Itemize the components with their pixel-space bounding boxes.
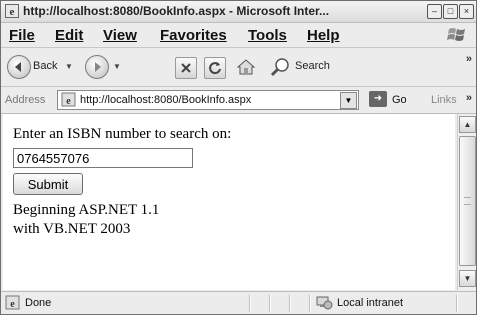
intranet-zone-icon	[316, 296, 333, 310]
back-dropdown-icon[interactable]: ▼	[65, 62, 73, 71]
status-text: Done	[25, 297, 52, 309]
minimize-button[interactable]: –	[427, 4, 442, 19]
toolbar-overflow-chevron[interactable]: »	[466, 53, 472, 65]
address-field[interactable]: e http://localhost:8080/BookInfo.aspx ▼	[57, 90, 359, 110]
scroll-thumb[interactable]	[459, 136, 476, 266]
forward-arrow-icon	[85, 55, 109, 79]
browser-window: e http://localhost:8080/BookInfo.aspx - …	[0, 0, 477, 315]
address-dropdown-icon[interactable]: ▼	[340, 92, 357, 109]
menu-view-label: View	[103, 27, 137, 44]
result-line-1: Beginning ASP.NET 1.1	[13, 202, 160, 218]
menu-tools[interactable]: Tools	[248, 27, 287, 44]
scroll-grip-icon	[464, 197, 471, 205]
book-title-result: Beginning ASP.NET 1.1 with VB.NET 2003	[13, 201, 159, 239]
links-overflow-chevron[interactable]: »	[466, 92, 472, 104]
stop-icon	[181, 63, 191, 73]
refresh-icon	[209, 62, 221, 75]
windows-flag-icon	[447, 28, 465, 41]
title-bar[interactable]: e http://localhost:8080/BookInfo.aspx - …	[1, 1, 476, 23]
page-content: Enter an ISBN number to search on: Submi…	[3, 114, 455, 290]
status-divider	[289, 295, 291, 312]
menu-edit-label: Edit	[55, 27, 84, 44]
ie-logo-icon: e	[5, 4, 19, 18]
refresh-button[interactable]	[204, 57, 226, 79]
security-zone-label: Local intranet	[337, 297, 404, 309]
status-divider	[249, 295, 251, 312]
svg-text:e: e	[10, 299, 15, 310]
status-divider	[456, 295, 458, 312]
scroll-up-arrow-icon[interactable]: ▲	[459, 116, 476, 133]
status-bar: e Done Local intranet	[1, 291, 476, 314]
svg-text:e: e	[10, 6, 15, 18]
forward-button[interactable]: ▼	[83, 54, 123, 80]
menu-favorites[interactable]: Favorites	[160, 27, 227, 44]
scroll-down-arrow-icon[interactable]: ▼	[459, 270, 476, 287]
home-button[interactable]	[235, 56, 257, 78]
status-divider	[269, 295, 271, 312]
menu-help[interactable]: Help	[307, 27, 340, 44]
home-icon	[236, 59, 256, 75]
go-button[interactable]: Go	[392, 94, 407, 106]
window-title: http://localhost:8080/BookInfo.aspx - Mi…	[23, 4, 330, 18]
result-line-2: with VB.NET 2003	[13, 221, 131, 237]
maximize-button[interactable]: □	[443, 4, 458, 19]
menu-view[interactable]: View	[103, 27, 137, 44]
back-arrow-icon	[7, 55, 31, 79]
stop-button[interactable]	[175, 57, 197, 79]
links-label[interactable]: Links	[431, 94, 457, 106]
isbn-prompt: Enter an ISBN number to search on:	[13, 126, 232, 142]
vertical-scrollbar[interactable]: ▲ ▼	[457, 114, 476, 290]
isbn-input[interactable]	[13, 148, 193, 168]
menu-help-label: Help	[307, 27, 340, 44]
submit-button[interactable]: Submit	[13, 173, 83, 195]
go-arrow-icon[interactable]: ➜	[369, 91, 387, 107]
address-url: http://localhost:8080/BookInfo.aspx	[80, 94, 252, 106]
address-bar: Address e http://localhost:8080/BookInfo…	[1, 87, 476, 114]
back-label: Back	[33, 60, 58, 72]
page-icon: e	[61, 92, 76, 107]
svg-text:e: e	[66, 96, 71, 107]
menu-favorites-label: Favorites	[160, 27, 227, 44]
page-status-icon: e	[5, 295, 20, 310]
menu-file[interactable]: File	[9, 27, 35, 44]
menu-tools-label: Tools	[248, 27, 287, 44]
menu-edit[interactable]: Edit	[55, 27, 83, 44]
address-label: Address	[5, 94, 46, 106]
search-button[interactable]: Search	[269, 56, 349, 78]
close-button[interactable]: ×	[459, 4, 474, 19]
search-label: Search	[295, 60, 330, 72]
menu-file-label: File	[9, 27, 35, 44]
forward-dropdown-icon[interactable]: ▼	[113, 62, 121, 71]
menu-bar: File Edit View Favorites Tools Help	[1, 23, 476, 48]
standard-toolbar: Back ▼ ▼ Search »	[1, 48, 476, 87]
back-button[interactable]: Back ▼	[5, 54, 75, 80]
search-icon	[270, 58, 289, 77]
status-divider	[309, 295, 311, 312]
